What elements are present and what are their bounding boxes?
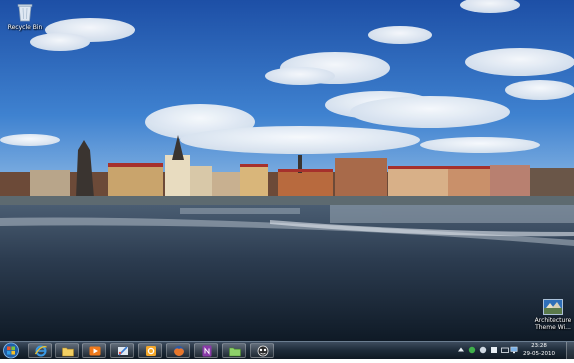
display-icon[interactable] xyxy=(510,346,518,354)
taskbar: 23:28 29-05-2010 xyxy=(0,341,574,359)
folder-button[interactable] xyxy=(222,343,246,358)
media-player-button[interactable] xyxy=(82,343,106,358)
architecture-theme-shortcut[interactable]: Architecture Theme Wi... xyxy=(531,299,574,331)
firefox-button[interactable] xyxy=(166,343,190,358)
clock-time: 23:28 xyxy=(531,343,547,349)
arrow-up-icon[interactable] xyxy=(457,346,465,354)
recycle-bin-icon xyxy=(17,4,33,22)
outlook-icon xyxy=(146,346,156,356)
paint-button[interactable] xyxy=(110,343,134,358)
folder-icon xyxy=(229,347,241,357)
app-icon xyxy=(257,345,269,357)
file-explorer-button[interactable] xyxy=(55,343,79,358)
recycle-bin-shortcut[interactable]: Recycle Bin xyxy=(0,2,50,31)
outlook-button[interactable] xyxy=(138,343,162,358)
internet-explorer-button[interactable] xyxy=(28,343,52,358)
file-explorer-icon xyxy=(62,347,74,357)
onenote-button[interactable] xyxy=(194,343,218,358)
wallpaper xyxy=(0,0,574,341)
windows-orb-icon xyxy=(3,342,19,359)
media-player-icon xyxy=(89,346,101,356)
keyboard-icon[interactable] xyxy=(501,346,509,354)
clock-date: 29-05-2010 xyxy=(523,351,555,357)
desktop[interactable]: Recycle Bin Architecture Theme Wi... xyxy=(0,0,574,341)
architecture-theme-label: Architecture Theme Wi... xyxy=(534,317,572,331)
onenote-icon xyxy=(202,345,212,357)
show-desktop-button[interactable] xyxy=(566,342,574,359)
paint-icon xyxy=(118,346,128,356)
firefox-icon xyxy=(174,346,184,356)
recycle-bin-label: Recycle Bin xyxy=(7,24,43,31)
app-button[interactable] xyxy=(250,343,274,358)
start-button[interactable] xyxy=(2,342,21,359)
volume-icon[interactable] xyxy=(479,346,487,354)
flag-icon[interactable] xyxy=(490,346,498,354)
network-icon[interactable] xyxy=(468,346,476,354)
theme-icon xyxy=(543,299,563,315)
clock[interactable]: 23:28 29-05-2010 xyxy=(519,342,559,358)
internet-explorer-icon xyxy=(35,345,47,357)
